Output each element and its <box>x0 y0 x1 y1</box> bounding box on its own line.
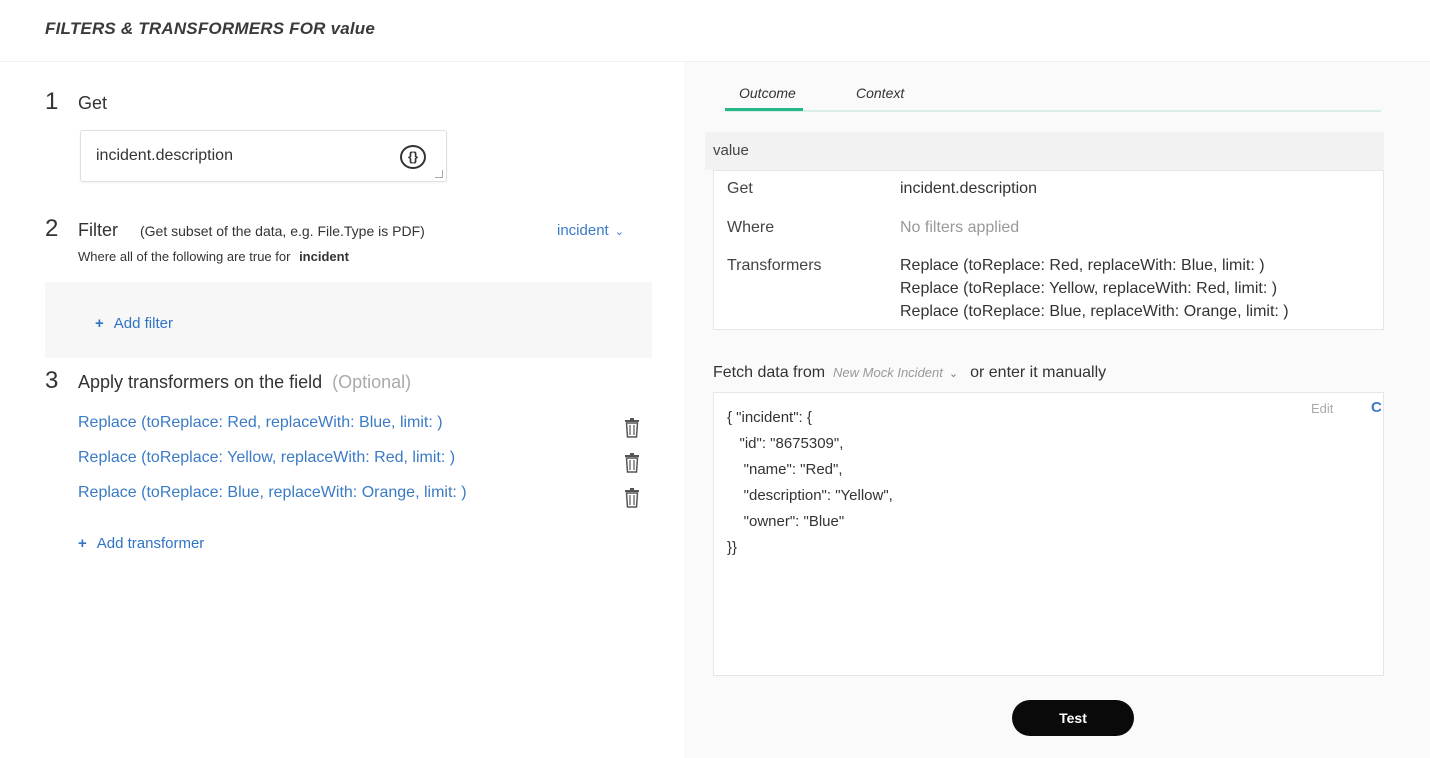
step-3-number: 3 <box>45 367 59 394</box>
fetch-row: Fetch data from New Mock Incident ⌄ or ente… <box>713 364 1106 382</box>
copy-button[interactable]: C <box>1371 399 1382 416</box>
step-3-title: Apply transformers on the field (Optional… <box>78 372 411 393</box>
step-2-number: 2 <box>45 215 59 242</box>
code-line: "owner": "Blue" <box>727 513 845 530</box>
filter-subtitle-prefix: Where all of the following are true for <box>78 249 291 264</box>
plus-icon: + <box>95 315 104 332</box>
test-button[interactable]: Test <box>1012 700 1134 736</box>
code-line: "description": "Yellow", <box>727 487 893 504</box>
code-line: "name": "Red", <box>727 461 843 478</box>
outcome-summary: Get incident.description Where No filter… <box>713 170 1384 330</box>
summary-get-value: incident.description <box>900 180 1037 197</box>
plus-icon: + <box>78 535 87 552</box>
summary-get-label: Get <box>727 180 753 197</box>
step-2-title: Filter <box>78 220 118 240</box>
value-header: value <box>705 132 1384 170</box>
transformer-item[interactable]: Replace (toReplace: Yellow, replaceWith:… <box>78 449 455 467</box>
step-1-number: 1 <box>45 88 59 115</box>
get-input[interactable]: incident.description {} <box>80 130 447 182</box>
get-input-value: incident.description <box>96 147 233 164</box>
mock-data-editor[interactable]: { "incident": { "id": "8675309", "name":… <box>713 392 1384 676</box>
filter-subtitle-target: incident <box>299 249 349 264</box>
value-label: value <box>713 142 749 159</box>
optional-label: (Optional) <box>332 372 412 392</box>
filter-hint: (Get subset of the data, e.g. File.Type … <box>140 223 425 239</box>
trash-icon[interactable] <box>624 488 640 508</box>
tab-outcome[interactable]: Outcome <box>739 85 796 101</box>
step-3-title-text: Apply transformers on the field <box>78 372 323 392</box>
mock-source-select[interactable]: New Mock Incident <box>833 365 943 380</box>
summary-transformer: Replace (toReplace: Blue, replaceWith: O… <box>900 303 1289 320</box>
incident-selector[interactable]: incident ⌄ <box>557 222 624 239</box>
tab-context[interactable]: Context <box>856 85 904 101</box>
active-tab-indicator <box>725 108 803 111</box>
chevron-down-icon[interactable]: ⌄ <box>949 368 958 380</box>
code-line: }} <box>727 539 738 556</box>
resize-grip-icon[interactable] <box>435 170 443 178</box>
trash-icon[interactable] <box>624 418 640 438</box>
transformer-item[interactable]: Replace (toReplace: Red, replaceWith: Bl… <box>78 414 443 432</box>
dialog-header: FILTERS & TRANSFORMERS FOR value <box>0 0 1430 62</box>
add-filter-button[interactable]: + Add filter <box>95 315 173 332</box>
tab-bar: Outcome Context <box>725 80 1381 112</box>
filter-area: + Add filter <box>45 282 652 358</box>
summary-transformer: Replace (toReplace: Red, replaceWith: Bl… <box>900 257 1265 274</box>
filter-subtitle: Where all of the following are true for … <box>78 249 349 264</box>
step-1-title: Get <box>78 93 108 113</box>
summary-where-value: No filters applied <box>900 219 1020 236</box>
incident-selector-label: incident <box>557 222 609 239</box>
add-filter-label: Add filter <box>113 315 173 332</box>
transformer-item[interactable]: Replace (toReplace: Blue, replaceWith: O… <box>78 484 467 502</box>
summary-transformer: Replace (toReplace: Yellow, replaceWith:… <box>900 280 1278 297</box>
right-pane: Outcome Context value Get incident.descr… <box>684 62 1430 758</box>
braces-icon[interactable]: {} <box>400 145 426 169</box>
left-pane: 1 Get incident.description {} 2 Filter (… <box>0 62 684 758</box>
chevron-down-icon: ⌄ <box>614 226 624 238</box>
code-line: { "incident": { <box>727 409 812 426</box>
fetch-prefix: Fetch data from <box>713 364 826 381</box>
dialog-title: FILTERS & TRANSFORMERS FOR value <box>45 19 376 38</box>
fetch-suffix: or enter it manually <box>970 364 1107 381</box>
edit-button[interactable]: Edit <box>1311 401 1333 416</box>
add-transformer-button[interactable]: + Add transformer <box>78 535 204 552</box>
add-transformer-label: Add transformer <box>96 535 205 552</box>
summary-transformers-label: Transformers <box>727 257 822 274</box>
trash-icon[interactable] <box>624 453 640 473</box>
summary-where-label: Where <box>727 219 775 236</box>
code-line: "id": "8675309", <box>727 435 844 452</box>
